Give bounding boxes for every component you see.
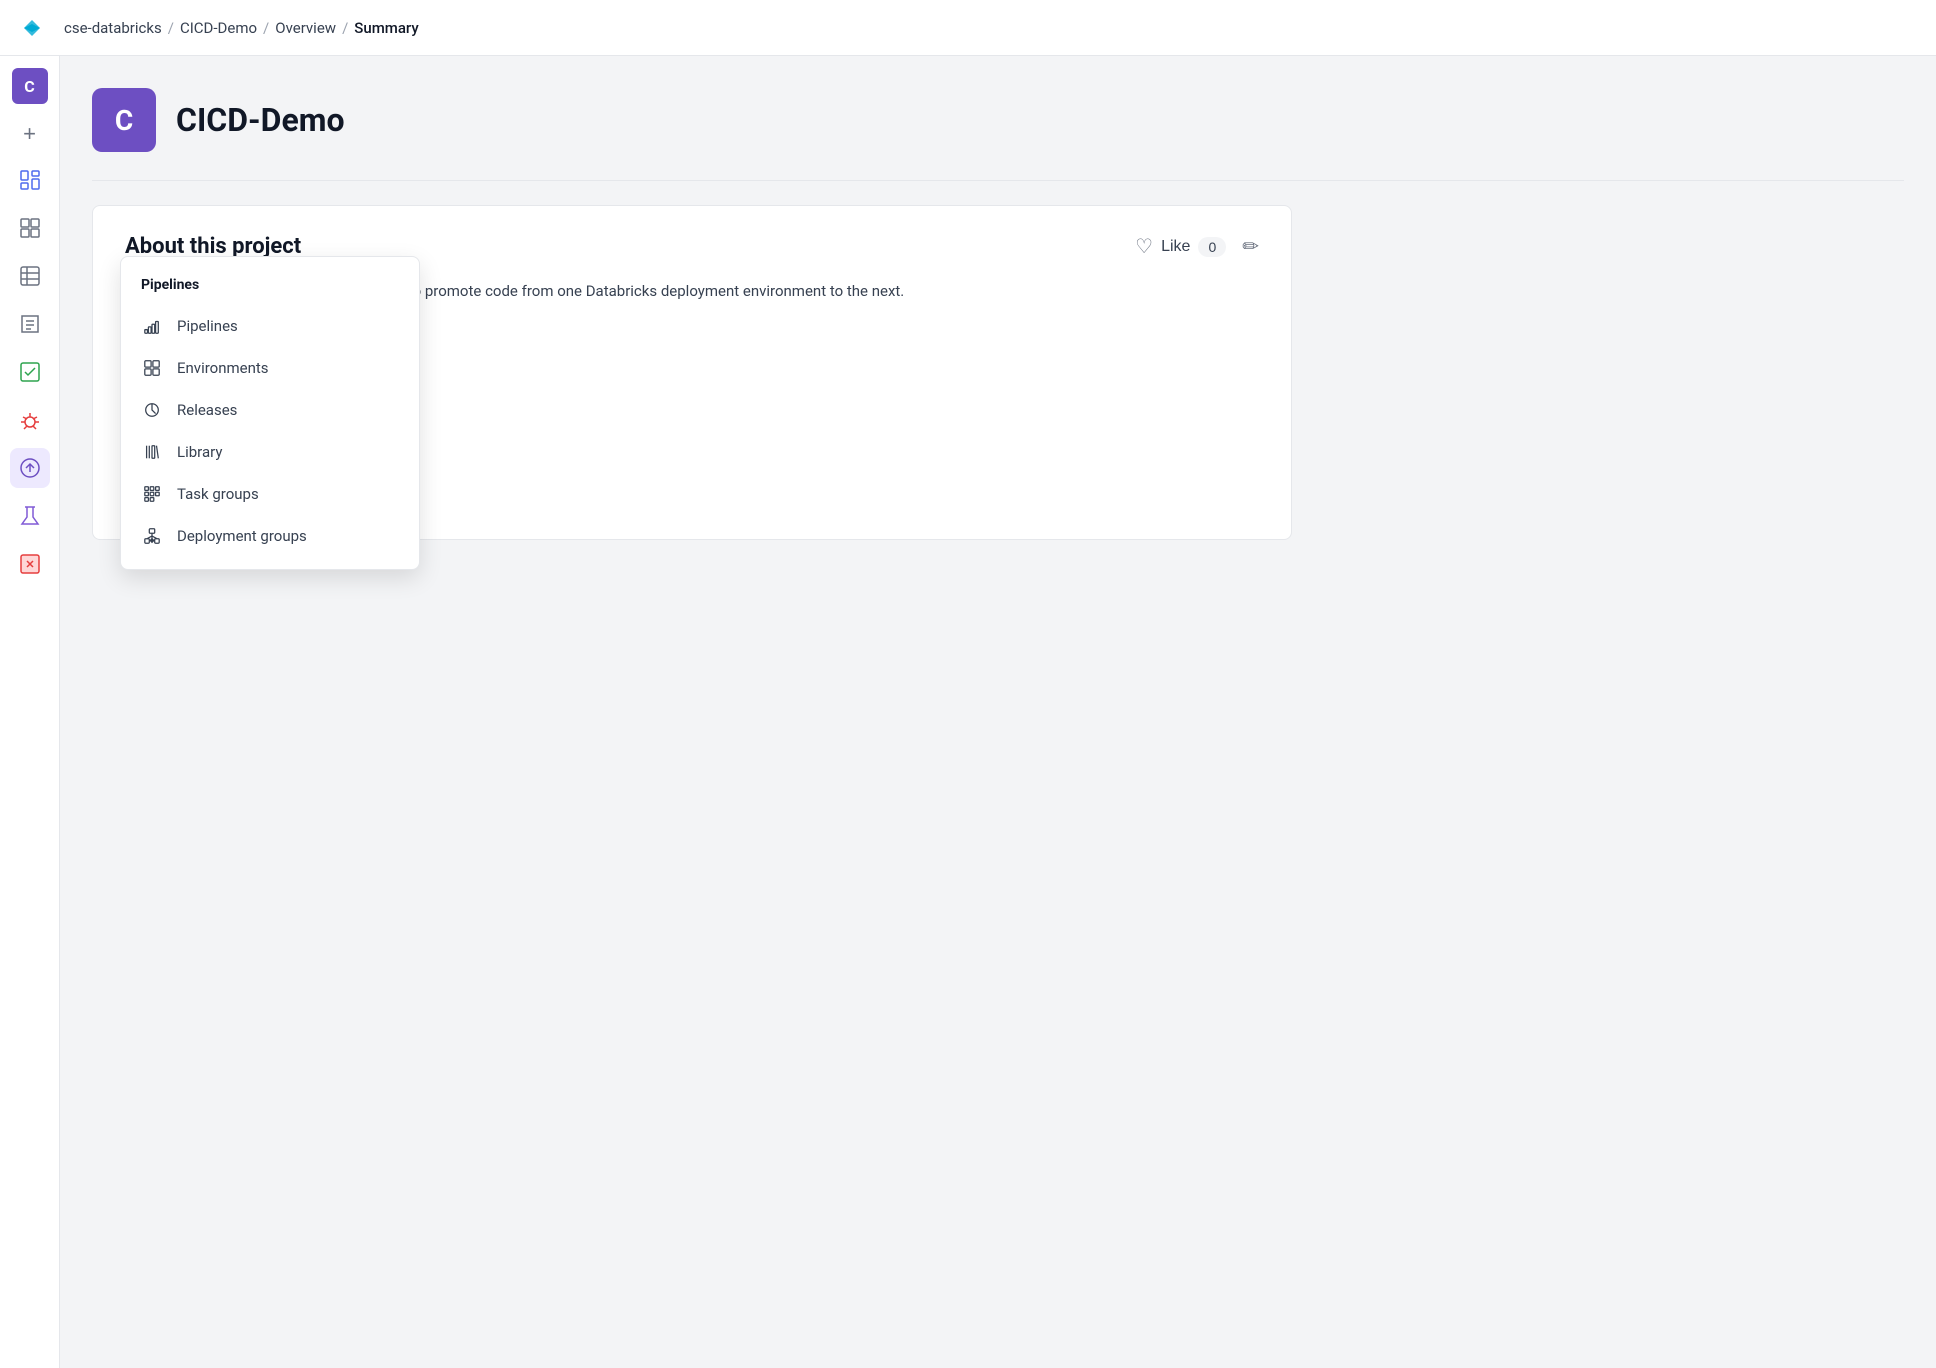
like-button[interactable]: ♡ Like 0 [1135,234,1226,259]
sidebar-item-test[interactable] [10,352,50,392]
dropdown-item-pipelines[interactable]: Pipelines [121,305,419,347]
heart-icon: ♡ [1135,234,1153,259]
sidebar-item-deploy[interactable] [10,448,50,488]
deploymentgroups-icon [141,525,163,547]
dropdown-pipelines-label: Pipelines [177,317,238,335]
project-divider [92,180,1904,181]
plus-icon: + [23,121,36,147]
taskgroups-icon [141,483,163,505]
library-icon [141,441,163,463]
sidebar-item-lab[interactable] [10,496,50,536]
content-area: C CICD-Demo About this project ♡ Like 0 … [60,56,1936,1368]
pencil-icon: ✏ [1242,236,1259,258]
dropdown-library-label: Library [177,443,222,461]
edit-button[interactable]: ✏ [1242,234,1259,259]
top-bar: cse-databricks / CICD-Demo / Overview / … [0,0,1936,56]
grid-icon [18,216,42,240]
dropdown-section-title: Pipelines [121,269,419,305]
dropdown-deployment-groups-label: Deployment groups [177,527,307,545]
check-icon [18,360,42,384]
sidebar-item-table[interactable] [10,256,50,296]
dropdown-environments-label: Environments [177,359,269,377]
avatar[interactable]: C [12,68,48,104]
bug-icon [18,408,42,432]
sidebar: C + [0,56,60,1368]
breadcrumb-sep-2: / [263,19,269,37]
breadcrumb-item-3[interactable]: Overview [275,19,336,37]
sidebar-item-grid[interactable] [10,208,50,248]
releases-icon [141,399,163,421]
breadcrumb-sep-1: / [168,19,174,37]
lab-icon [18,504,42,528]
sidebar-item-red[interactable] [10,544,50,584]
dropdown-item-task-groups[interactable]: Task groups [121,473,419,515]
breadcrumb-item-2[interactable]: CICD-Demo [180,19,257,37]
doc-icon [18,312,42,336]
breadcrumb-item-4: Summary [354,19,418,37]
breadcrumb-sep-3: / [342,19,348,37]
app-logo [16,12,48,44]
dropdown-item-environments[interactable]: Environments [121,347,419,389]
dropdown-item-library[interactable]: Library [121,431,419,473]
board-icon [18,168,42,192]
about-actions: ♡ Like 0 ✏ [1135,234,1259,259]
sidebar-item-board[interactable] [10,160,50,200]
red-icon [18,552,42,576]
add-button[interactable]: + [12,116,48,152]
environments-icon [141,357,163,379]
dropdown-item-deployment-groups[interactable]: Deployment groups [121,515,419,557]
project-icon: C [92,88,156,152]
dropdown-task-groups-label: Task groups [177,485,259,503]
like-count: 0 [1198,237,1226,257]
table-icon [18,264,42,288]
dropdown-releases-label: Releases [177,401,237,419]
project-title: CICD-Demo [176,101,345,139]
dropdown-item-releases[interactable]: Releases [121,389,419,431]
dropdown-menu: Pipelines Pipelines [120,256,420,570]
breadcrumb: cse-databricks / CICD-Demo / Overview / … [64,19,419,37]
sidebar-item-bug[interactable] [10,400,50,440]
pipelines-icon [141,315,163,337]
deploy-icon [18,456,42,480]
main-layout: C + [0,56,1936,1368]
project-header: C CICD-Demo [92,88,1904,152]
like-label: Like [1161,238,1190,256]
sidebar-item-doc[interactable] [10,304,50,344]
breadcrumb-item-1[interactable]: cse-databricks [64,19,162,37]
